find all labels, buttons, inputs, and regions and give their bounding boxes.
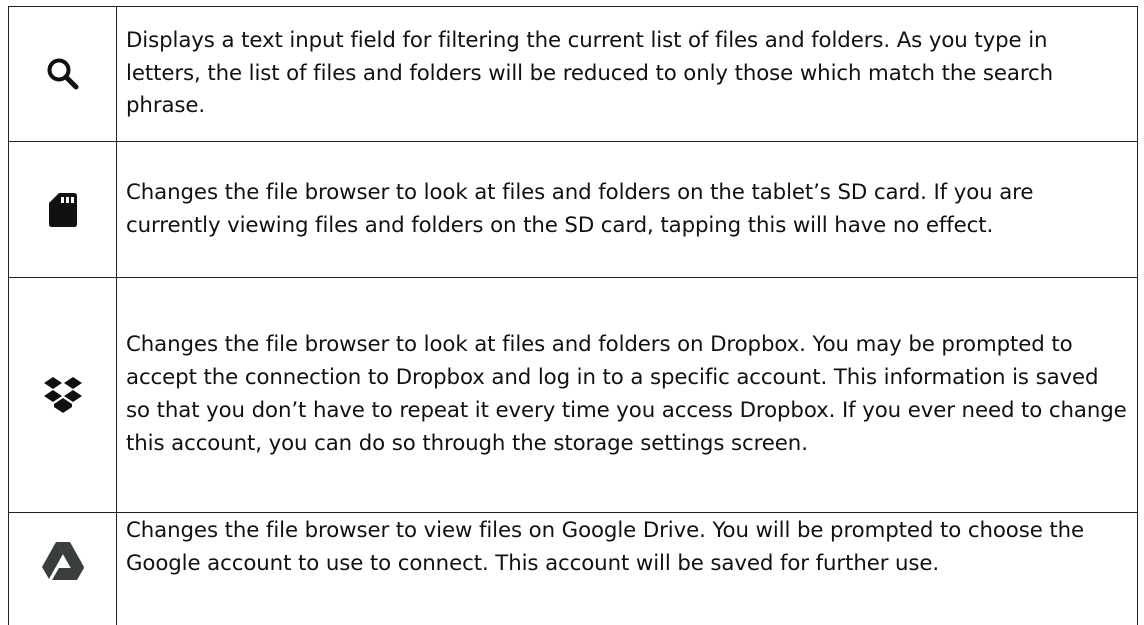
sd-card-icon <box>48 192 78 228</box>
description-text: Changes the file browser to view files o… <box>117 513 1138 625</box>
description-text: Displays a text input field for filterin… <box>117 7 1138 142</box>
icon-cell <box>9 7 117 142</box>
table-row: Displays a text input field for filterin… <box>9 7 1138 142</box>
icon-cell <box>9 142 117 278</box>
dropbox-icon <box>43 376 83 414</box>
search-icon <box>46 57 80 91</box>
icon-description-table: Displays a text input field for filterin… <box>8 6 1138 625</box>
table-row: Changes the file browser to look at file… <box>9 278 1138 513</box>
description-text: Changes the file browser to look at file… <box>117 278 1138 513</box>
table-row: Changes the file browser to view files o… <box>9 513 1138 625</box>
icon-cell <box>9 278 117 513</box>
icon-cell <box>9 513 117 625</box>
google-drive-icon <box>41 541 85 581</box>
description-text: Changes the file browser to look at file… <box>117 142 1138 278</box>
table-row: Changes the file browser to look at file… <box>9 142 1138 278</box>
